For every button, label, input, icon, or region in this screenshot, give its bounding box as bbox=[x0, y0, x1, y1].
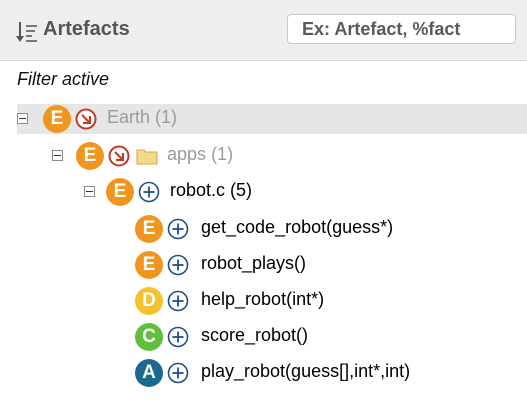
node-count: (1) bbox=[211, 144, 234, 164]
arrow-down-right-icon[interactable] bbox=[108, 145, 130, 167]
plus-circle-icon[interactable] bbox=[167, 290, 189, 312]
folder-icon bbox=[136, 149, 158, 165]
tree-label: robot.c (5) bbox=[170, 180, 252, 201]
panel-title: Artefacts bbox=[43, 18, 130, 40]
node-count: (5) bbox=[230, 180, 253, 200]
artefact-search-input[interactable] bbox=[287, 14, 516, 44]
node-name: robot.c bbox=[170, 180, 226, 200]
function-label: play_robot(guess[],int*,int) bbox=[201, 361, 411, 381]
function-label: get_code_robot(guess*) bbox=[201, 217, 394, 237]
tree-row-apps[interactable]: E apps (1) bbox=[52, 141, 527, 171]
grade-badge: D bbox=[135, 287, 163, 315]
filter-status: Filter active bbox=[17, 69, 110, 89]
node-name: Earth bbox=[107, 107, 151, 127]
plus-circle-icon[interactable] bbox=[167, 362, 189, 384]
tree-row-earth[interactable]: E Earth (1) bbox=[17, 104, 527, 134]
grade-badge: E bbox=[76, 142, 104, 170]
tree-row-function[interactable]: D help_robot(int*) bbox=[135, 286, 527, 316]
tree-label: apps (1) bbox=[167, 144, 233, 165]
function-label: help_robot(int*) bbox=[201, 289, 325, 309]
node-count: (1) bbox=[155, 107, 178, 127]
function-label: robot_plays() bbox=[201, 253, 307, 273]
function-label: score_robot() bbox=[201, 325, 309, 345]
grade-badge: E bbox=[135, 251, 163, 279]
panel-header: Artefacts bbox=[0, 0, 527, 61]
arrow-down-right-icon[interactable] bbox=[75, 108, 97, 130]
plus-circle-icon[interactable] bbox=[138, 181, 160, 203]
tree-row-function[interactable]: A play_robot(guess[],int*,int) bbox=[135, 358, 527, 388]
plus-circle-icon[interactable] bbox=[167, 326, 189, 348]
tree-label: Earth (1) bbox=[107, 107, 177, 128]
grade-badge: E bbox=[135, 215, 163, 243]
collapse-toggle[interactable] bbox=[84, 186, 95, 197]
collapse-toggle[interactable] bbox=[52, 150, 63, 161]
grade-badge: E bbox=[106, 178, 134, 206]
tree-row-function[interactable]: C score_robot() bbox=[135, 322, 527, 352]
collapse-toggle[interactable] bbox=[17, 113, 28, 124]
tree-row-function[interactable]: E robot_plays() bbox=[135, 250, 527, 280]
node-name: apps bbox=[167, 144, 207, 164]
tree-row-robot-c[interactable]: E robot.c (5) bbox=[84, 177, 527, 207]
grade-badge: C bbox=[135, 323, 163, 351]
sort-descending-icon[interactable] bbox=[16, 21, 38, 43]
plus-circle-icon[interactable] bbox=[167, 254, 189, 276]
grade-badge: A bbox=[135, 359, 163, 387]
tree-row-function[interactable]: E get_code_robot(guess*) bbox=[135, 214, 527, 244]
plus-circle-icon[interactable] bbox=[167, 218, 189, 240]
grade-badge: E bbox=[43, 105, 71, 133]
